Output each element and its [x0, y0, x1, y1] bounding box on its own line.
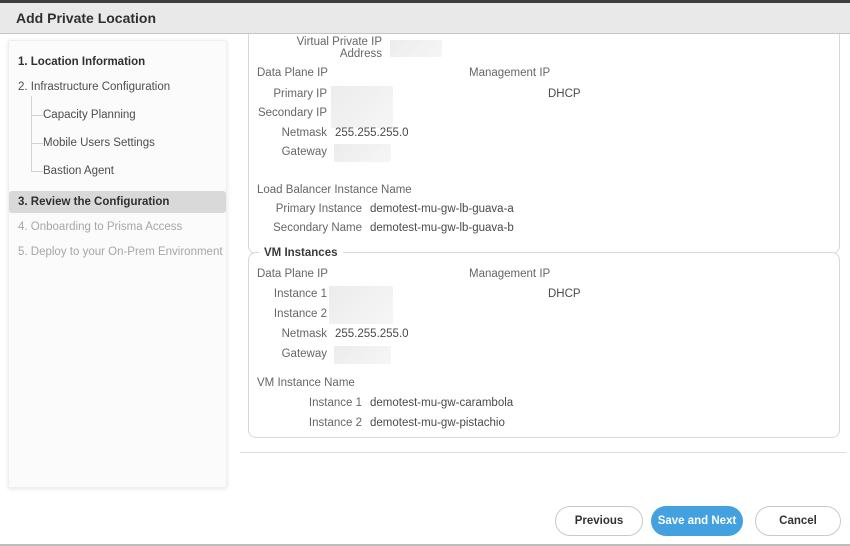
- management-ip-heading: Management IP: [469, 265, 550, 283]
- secondary-name-row: Secondary Name demotest-mu-gw-lb-guava-b: [257, 219, 514, 237]
- primary-instance-row: Primary Instance demotest-mu-gw-lb-guava…: [257, 200, 514, 218]
- instance1-ip-row: Instance 1: [257, 285, 327, 303]
- primary-instance-value: demotest-mu-gw-lb-guava-a: [370, 203, 514, 215]
- vm-instance-name-heading: VM Instance Name: [257, 374, 355, 392]
- virtual-private-ip-row: Virtual Private IP Address: [257, 39, 442, 57]
- vm-instances-panel: VM Instances Data Plane IP Management IP…: [248, 252, 840, 438]
- redacted-value-box: [334, 346, 391, 364]
- instance2-ip-row: Instance 2: [257, 305, 327, 323]
- step-onboarding-to-prisma-access[interactable]: 4. Onboarding to Prisma Access: [9, 220, 226, 234]
- netmask-value: 255.255.255.0: [335, 127, 409, 139]
- secondary-name-value: demotest-mu-gw-lb-guava-b: [370, 222, 514, 234]
- gateway-label: Gateway: [257, 348, 327, 360]
- substep-capacity-planning[interactable]: Capacity Planning: [43, 108, 136, 122]
- data-plane-ip-heading: Data Plane IP: [257, 265, 328, 283]
- secondary-name-label: Secondary Name: [257, 222, 362, 234]
- instance2-label: Instance 2: [257, 308, 327, 320]
- instance2-name-row: Instance 2 demotest-mu-gw-pistachio: [257, 414, 505, 432]
- netmask-row: Netmask 255.255.255.0: [257, 325, 409, 343]
- instance1-name-value: demotest-mu-gw-carambola: [370, 397, 513, 409]
- cancel-button[interactable]: Cancel: [755, 506, 841, 536]
- gateway-row: Gateway: [257, 143, 327, 161]
- save-and-next-button[interactable]: Save and Next: [651, 506, 743, 536]
- gateway-row: Gateway: [257, 345, 327, 363]
- substep-tree-tick: [31, 143, 43, 144]
- management-ip-heading: Management IP: [469, 64, 550, 82]
- netmask-value: 255.255.255.0: [335, 328, 409, 340]
- management-ip-value: DHCP: [548, 85, 581, 103]
- redacted-value-box: [329, 286, 393, 324]
- dialog-titlebar: Add Private Location: [0, 3, 850, 34]
- secondary-ip-row: Secondary IP: [257, 104, 327, 122]
- instance1-label: Instance 1: [257, 288, 327, 300]
- step-infrastructure-configuration[interactable]: 2. Infrastructure Configuration: [9, 80, 226, 94]
- review-scroll-area[interactable]: Virtual Private IP Address Data Plane IP…: [240, 34, 850, 453]
- step-review-the-configuration[interactable]: 3. Review the Configuration: [9, 191, 226, 213]
- data-plane-ip-heading: Data Plane IP: [257, 64, 328, 82]
- primary-instance-label: Primary Instance: [257, 203, 362, 215]
- dialog-title: Add Private Location: [16, 10, 156, 26]
- substep-tree-tick: [31, 171, 43, 172]
- previous-button[interactable]: Previous: [555, 506, 643, 536]
- step-location-information[interactable]: 1. Location Information: [9, 55, 226, 69]
- primary-ip-label: Primary IP: [257, 88, 327, 100]
- load-balancer-instance-name-heading: Load Balancer Instance Name: [257, 181, 412, 199]
- content-area-divider: [240, 452, 846, 453]
- load-balancer-review-panel: Virtual Private IP Address Data Plane IP…: [248, 34, 840, 254]
- redacted-value-box: [331, 86, 393, 128]
- substep-tree-tick: [31, 115, 43, 116]
- virtual-private-ip-label: Virtual Private IP Address: [257, 36, 382, 60]
- primary-ip-row: Primary IP: [257, 85, 327, 103]
- vm-instances-legend: VM Instances: [259, 246, 343, 260]
- wizard-steps-sidebar: 1. Location Information 2. Infrastructur…: [8, 40, 227, 488]
- substep-bastion-agent[interactable]: Bastion Agent: [43, 164, 114, 178]
- redacted-value-box: [390, 40, 442, 57]
- substep-tree-line: [31, 96, 32, 171]
- step-deploy-on-prem-environment[interactable]: 5. Deploy to your On-Prem Environment: [9, 245, 226, 259]
- instance1-name-row: Instance 1 demotest-mu-gw-carambola: [257, 394, 513, 412]
- redacted-value-box: [334, 144, 391, 162]
- instance2-name-value: demotest-mu-gw-pistachio: [370, 417, 505, 429]
- secondary-ip-label: Secondary IP: [257, 107, 327, 119]
- gateway-label: Gateway: [257, 146, 327, 158]
- management-ip-value: DHCP: [548, 285, 581, 303]
- netmask-label: Netmask: [257, 328, 327, 340]
- substep-mobile-users-settings[interactable]: Mobile Users Settings: [43, 136, 155, 150]
- instance1-name-label: Instance 1: [257, 397, 362, 409]
- instance2-name-label: Instance 2: [257, 417, 362, 429]
- netmask-label: Netmask: [257, 127, 327, 139]
- netmask-row: Netmask 255.255.255.0: [257, 124, 409, 142]
